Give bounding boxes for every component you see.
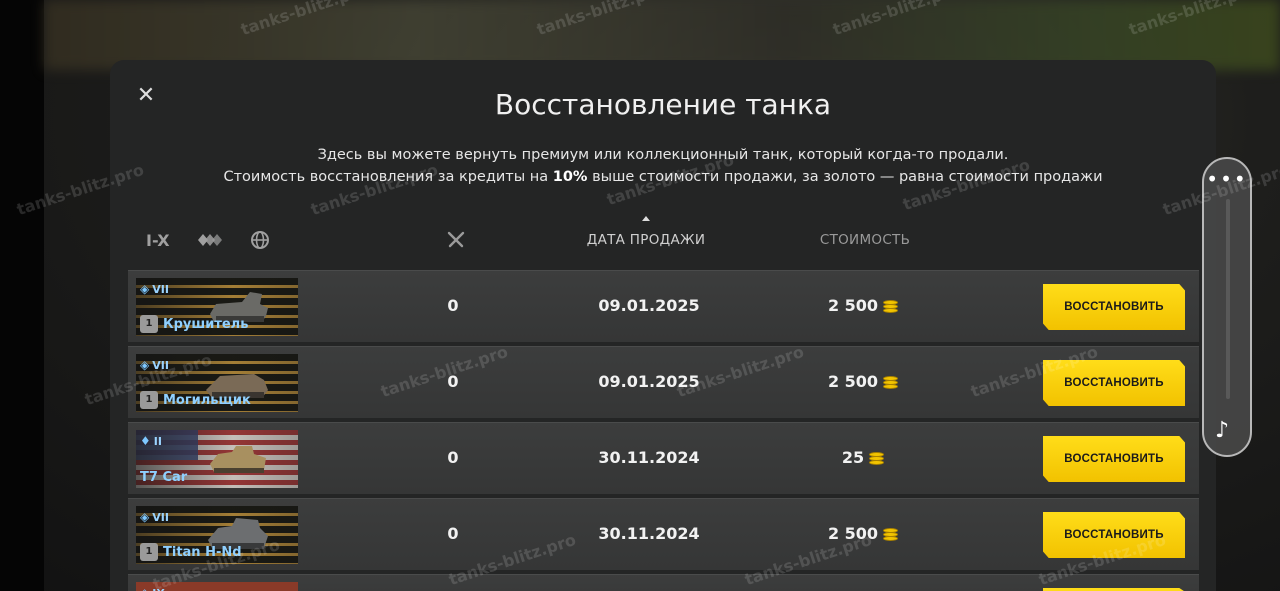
sale-date: 09.01.2025 bbox=[598, 296, 700, 315]
tank-name: 1 Могильщик bbox=[140, 391, 251, 409]
gold-coin-icon bbox=[883, 299, 899, 313]
tank-card[interactable]: ◈ VII 1 Могильщик bbox=[136, 354, 298, 412]
tank-card[interactable]: ◈ VII 1 Крушитель bbox=[136, 278, 298, 336]
sale-date: 30.11.2024 bbox=[598, 524, 700, 543]
tank-image bbox=[210, 446, 266, 473]
dialog-title: Восстановление танка bbox=[494, 88, 832, 121]
more-menu-icon[interactable]: ••• bbox=[1204, 169, 1250, 189]
nation-filter-globe-icon[interactable] bbox=[250, 230, 270, 250]
table-row: ◈ VII 1 Могильщик 0 09.01.2025 2 500 ВОССТ… bbox=[128, 346, 1199, 418]
floating-side-panel[interactable]: ••• ♪ bbox=[1202, 157, 1252, 457]
percent-highlight: 10% bbox=[552, 169, 588, 185]
cost-value: 2 500 bbox=[808, 296, 918, 315]
restore-dialog: ✕ Восстановление танка Здесь вы можете в… bbox=[110, 60, 1216, 591]
dialog-description: Здесь вы можете вернуть премиум или колл… bbox=[110, 144, 1216, 188]
tank-tier: ♦ II bbox=[140, 434, 162, 448]
tank-tier: ◈ VII bbox=[140, 358, 169, 372]
sort-up-icon bbox=[642, 216, 650, 221]
tank-card[interactable]: ◈ VII 1 Titan H-Nd bbox=[136, 506, 298, 564]
table-row: ◈IX bbox=[128, 574, 1199, 591]
restore-button[interactable]: ВОССТАНОВИТЬ bbox=[1043, 284, 1185, 330]
music-note-icon[interactable]: ♪ bbox=[1215, 418, 1229, 443]
tank-card[interactable]: ♦ II T7 Car bbox=[136, 430, 298, 488]
battles-value: 0 bbox=[447, 448, 459, 467]
table-row: ◈ VII 1 Titan H-Nd 0 30.11.2024 2 500 ВОСС… bbox=[128, 498, 1199, 570]
tank-tier: ◈IX bbox=[140, 586, 165, 591]
tank-tier: ◈ VII bbox=[140, 510, 169, 524]
restore-button[interactable]: ВОССТАНОВИТЬ bbox=[1043, 512, 1185, 558]
column-header-cost[interactable]: СТОИМОСТЬ bbox=[810, 232, 920, 248]
cost-value: 2 500 bbox=[808, 372, 918, 391]
desc-line-2: Стоимость восстановления за кредиты на 1… bbox=[223, 169, 1103, 185]
tank-name: 1 Titan H-Nd bbox=[140, 543, 242, 561]
restore-button[interactable]: ВОССТАНОВИТЬ bbox=[1043, 436, 1185, 482]
diamond-icon: ◈ bbox=[140, 358, 150, 372]
battles-value: 0 bbox=[447, 296, 459, 315]
class-filter-icon[interactable] bbox=[196, 232, 224, 248]
table-row: ♦ II T7 Car 0 30.11.2024 25 ВОССТАНОВИТЬ bbox=[128, 422, 1199, 494]
tank-name: 1 Крушитель bbox=[140, 315, 248, 333]
table-row: ◈ VII 1 Крушитель 0 09.01.2025 2 500 ВОССТ… bbox=[128, 270, 1199, 342]
filter-bar: I-X bbox=[146, 228, 270, 252]
diamond-icon: ◈ bbox=[140, 282, 150, 296]
tank-tier: ◈ VII bbox=[140, 282, 169, 296]
sale-date: 30.11.2024 bbox=[598, 448, 700, 467]
gold-coin-icon bbox=[883, 527, 899, 541]
mastery-badge: 1 bbox=[140, 315, 158, 333]
column-header-date[interactable]: ДАТА ПРОДАЖИ bbox=[586, 232, 706, 248]
mastery-badge: 1 bbox=[140, 391, 158, 409]
restore-button[interactable]: ВОССТАНОВИТЬ bbox=[1043, 360, 1185, 406]
cost-value: 25 bbox=[808, 448, 918, 467]
desc-line-1: Здесь вы можете вернуть премиум или колл… bbox=[317, 147, 1009, 163]
side-scroll-track[interactable] bbox=[1226, 199, 1230, 399]
tank-list: ◈ VII 1 Крушитель 0 09.01.2025 2 500 ВОССТ… bbox=[128, 270, 1199, 591]
battles-value: 0 bbox=[447, 524, 459, 543]
diamond-icon: ♦ bbox=[140, 434, 151, 448]
mastery-badge: 1 bbox=[140, 543, 158, 561]
sale-date: 09.01.2025 bbox=[598, 372, 700, 391]
diamond-icon: ◈ bbox=[140, 510, 150, 524]
battles-value: 0 bbox=[447, 372, 459, 391]
gold-coin-icon bbox=[883, 375, 899, 389]
gold-coin-icon bbox=[869, 451, 885, 465]
crossed-swords-icon[interactable] bbox=[446, 230, 466, 250]
cost-value: 2 500 bbox=[808, 524, 918, 543]
diamond-icon: ◈ bbox=[140, 586, 149, 591]
tank-card[interactable]: ◈IX bbox=[136, 582, 298, 591]
tank-name: T7 Car bbox=[140, 470, 188, 485]
background-left bbox=[0, 0, 44, 591]
tier-filter[interactable]: I-X bbox=[146, 231, 170, 250]
